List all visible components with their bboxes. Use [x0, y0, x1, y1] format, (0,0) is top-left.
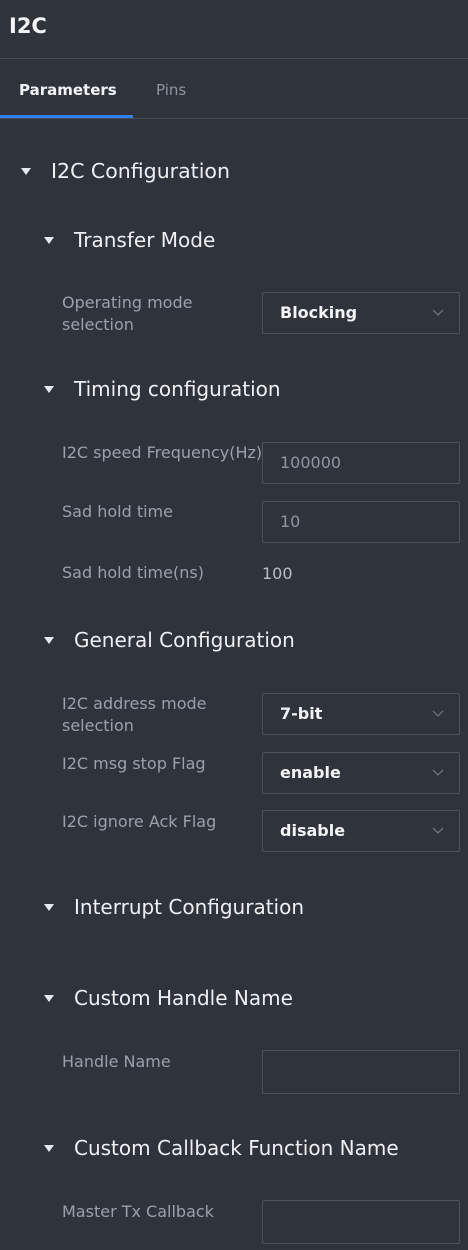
speed-frequency-label: I2C speed Frequency(Hz)	[62, 443, 263, 462]
chevron-down-icon	[432, 309, 444, 316]
tab-pins[interactable]: Pins	[156, 81, 186, 99]
label-line: selection	[62, 716, 134, 735]
select-value: disable	[280, 821, 346, 840]
label-line: Operating mode	[62, 293, 193, 312]
caret-down-icon	[21, 167, 31, 175]
sad-hold-time-label: Sad hold time	[62, 502, 173, 521]
section-transfer-mode[interactable]: Transfer Mode	[44, 228, 215, 252]
handle-name-label: Handle Name	[62, 1052, 171, 1071]
section-title: Custom Callback Function Name	[74, 1136, 399, 1160]
select-value: enable	[280, 763, 341, 782]
sad-hold-time-ns-value: 100	[262, 564, 293, 583]
section-title: Transfer Mode	[74, 228, 216, 252]
section-general-configuration[interactable]: General Configuration	[44, 628, 295, 652]
handle-name-input[interactable]	[262, 1050, 460, 1094]
ignore-ack-flag-label: I2C ignore Ack Flag	[62, 812, 217, 831]
caret-down-icon	[44, 994, 54, 1002]
section-title: Timing configuration	[74, 377, 281, 401]
chevron-down-icon	[432, 827, 444, 834]
input-value: 10	[280, 512, 301, 531]
caret-down-icon	[44, 903, 54, 911]
label-line: selection	[62, 315, 134, 334]
section-title: Interrupt Configuration	[74, 895, 305, 919]
msg-stop-flag-label: I2C msg stop Flag	[62, 754, 206, 773]
master-tx-callback-label: Master Tx Callback	[62, 1202, 214, 1221]
chevron-down-icon	[432, 710, 444, 717]
select-value: Blocking	[280, 303, 358, 322]
section-custom-callback-function-name[interactable]: Custom Callback Function Name	[44, 1136, 399, 1160]
section-custom-handle-name[interactable]: Custom Handle Name	[44, 986, 293, 1010]
section-title: Custom Handle Name	[74, 986, 293, 1010]
label-line: I2C address mode	[62, 694, 207, 713]
master-tx-callback-input[interactable]	[262, 1200, 460, 1244]
caret-down-icon	[44, 385, 54, 393]
section-interrupt-configuration[interactable]: Interrupt Configuration	[44, 895, 304, 919]
section-title: I2C Configuration	[51, 159, 230, 183]
chevron-down-icon	[432, 769, 444, 776]
input-value: 100000	[280, 453, 342, 472]
address-mode-label: I2C address mode selection	[62, 693, 206, 737]
select-value: 7-bit	[280, 704, 323, 723]
caret-down-icon	[44, 1144, 54, 1152]
caret-down-icon	[44, 236, 54, 244]
address-mode-select[interactable]: 7-bit	[262, 693, 460, 735]
operating-mode-select[interactable]: Blocking	[262, 292, 460, 334]
sad-hold-time-input[interactable]: 10	[262, 501, 460, 543]
msg-stop-flag-select[interactable]: enable	[262, 752, 460, 794]
speed-frequency-input[interactable]: 100000	[262, 442, 460, 484]
active-tab-indicator	[0, 115, 133, 118]
tab-parameters[interactable]: Parameters	[19, 81, 117, 99]
section-timing-configuration[interactable]: Timing configuration	[44, 377, 281, 401]
panel-header: I2C	[0, 0, 468, 59]
section-i2c-configuration[interactable]: I2C Configuration	[21, 159, 230, 183]
sad-hold-time-ns-label: Sad hold time(ns)	[62, 563, 204, 582]
operating-mode-label: Operating mode selection	[62, 292, 192, 336]
ignore-ack-flag-select[interactable]: disable	[262, 810, 460, 852]
tab-bar: Parameters Pins	[0, 59, 468, 119]
section-title: General Configuration	[74, 628, 295, 652]
panel-title: I2C	[9, 14, 47, 38]
caret-down-icon	[44, 636, 54, 644]
